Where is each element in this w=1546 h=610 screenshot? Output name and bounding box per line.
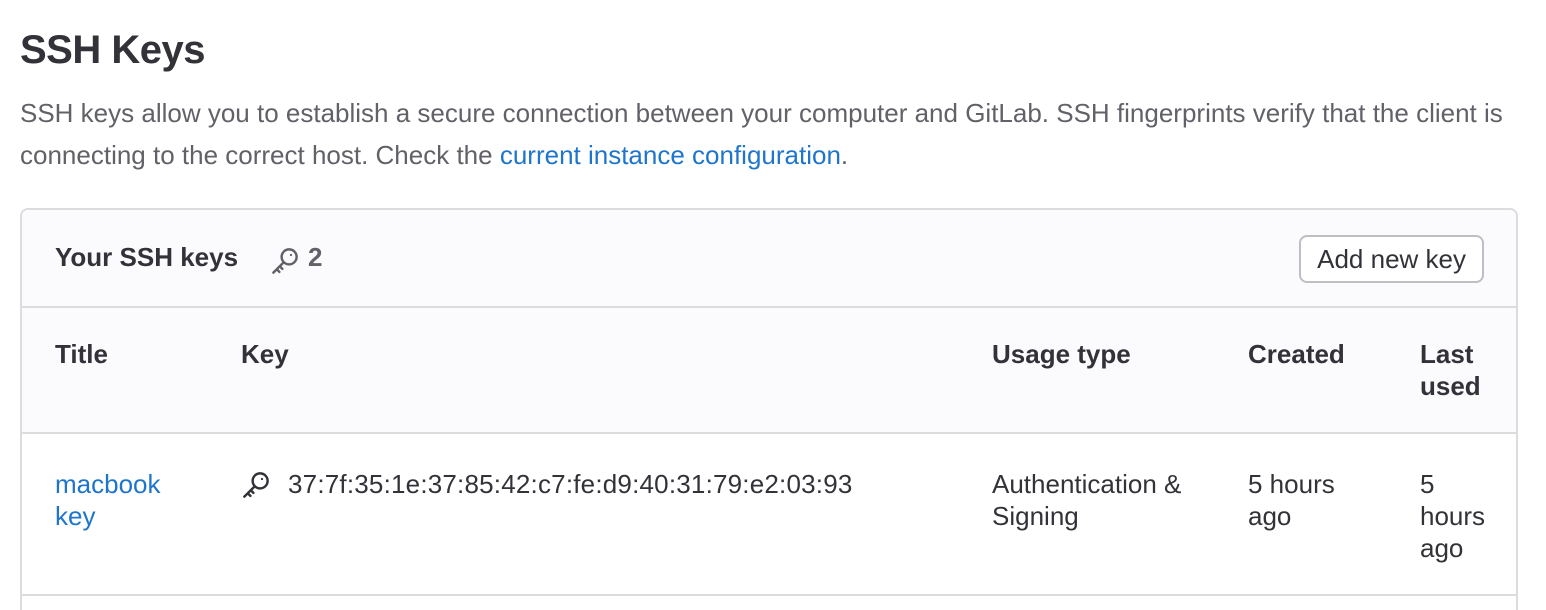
- column-header-last-used: Last used: [1420, 339, 1481, 401]
- ssh-key-fingerprint: 37:7f:35:1e:37:85:42:c7:fe:d9:40:31:79:e…: [288, 469, 853, 499]
- add-new-key-button[interactable]: Add new key: [1299, 235, 1484, 283]
- page-title: SSH Keys: [20, 28, 205, 72]
- ssh-keys-page: SSH Keys SSH keys allow you to establish…: [0, 0, 1546, 610]
- description-end: .: [840, 140, 849, 170]
- ssh-key-usage-type: Authentication & Signing: [992, 469, 1182, 531]
- instance-configuration-link[interactable]: current instance configuration: [500, 140, 841, 170]
- card-title: Your SSH keys: [55, 242, 239, 272]
- column-header-title: Title: [55, 339, 108, 369]
- page-description: SSH keys allow you to establish a secure…: [20, 92, 1530, 176]
- column-header-created: Created: [1248, 339, 1345, 369]
- ssh-key-created: 5 hours ago: [1248, 469, 1335, 531]
- ssh-keys-card: Your SSH keys 2 Add new key Title Key Us…: [20, 208, 1518, 610]
- ssh-key-last-used: 5 hours ago: [1420, 469, 1486, 563]
- column-header-key: Key: [241, 339, 289, 369]
- table-header-row: Title Key Usage type Created Last used: [22, 308, 1516, 434]
- column-header-usage-type: Usage type: [992, 339, 1131, 369]
- key-count-badge: 2: [308, 242, 323, 272]
- card-header: Your SSH keys 2 Add new key: [22, 210, 1516, 308]
- key-icon: [243, 472, 269, 498]
- ssh-key-title-link[interactable]: macbook key: [55, 468, 195, 532]
- table-row: macbook key 37:7f:35:1e:37:85:42:c7:fe:d…: [22, 434, 1516, 596]
- key-icon: [272, 248, 298, 274]
